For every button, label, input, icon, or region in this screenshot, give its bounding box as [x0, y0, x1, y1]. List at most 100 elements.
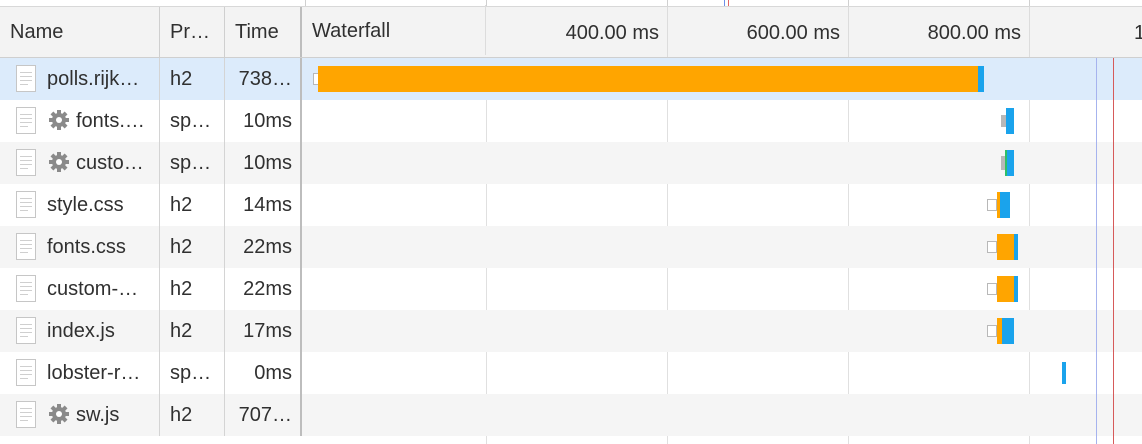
request-protocol: h2: [160, 268, 225, 310]
request-row[interactable]: fonts.… sp… 10ms: [0, 100, 1142, 142]
request-name: index.js: [47, 320, 115, 342]
load-event-line: [1113, 58, 1114, 444]
gear-hole: [56, 159, 62, 165]
request-protocol: h2: [160, 394, 225, 436]
column-header-protocol[interactable]: Pr…: [160, 7, 225, 57]
request-name: fonts.css: [47, 236, 126, 258]
timeline-marker-800: 800.00 ms: [927, 22, 1021, 44]
waterfall-bar-segment[interactable]: [1006, 108, 1014, 134]
icon-line: [20, 202, 32, 203]
document-icon: [16, 317, 36, 344]
waterfall-bar-segment[interactable]: [987, 241, 997, 253]
icon-line: [20, 80, 32, 81]
waterfall-bar-segment[interactable]: [987, 199, 997, 211]
request-row[interactable]: style.css h2 14ms: [0, 184, 1142, 226]
request-name: custom-…: [47, 278, 139, 300]
icon-line: [20, 416, 32, 417]
waterfall-bar-segment[interactable]: [1000, 192, 1010, 218]
request-name-cell[interactable]: lobster-r…: [0, 352, 160, 394]
request-row[interactable]: polls.rijk… h2 738…: [0, 58, 1142, 100]
icon-line: [20, 72, 32, 73]
document-icon: [16, 359, 36, 386]
request-name: custo…: [76, 152, 144, 174]
document-icon: [16, 107, 36, 134]
icon-line: [20, 294, 28, 295]
request-row[interactable]: fonts.css h2 22ms: [0, 226, 1142, 268]
request-row[interactable]: custo… sp… 10ms: [0, 142, 1142, 184]
request-row[interactable]: sw.js h2 707…: [0, 394, 1142, 436]
icon-line: [20, 244, 32, 245]
icon-line: [20, 164, 32, 165]
document-icon: [16, 275, 36, 302]
request-name: sw.js: [76, 404, 120, 426]
request-row[interactable]: custom-… h2 22ms: [0, 268, 1142, 310]
icon-line: [20, 378, 28, 379]
request-name: style.css: [47, 194, 124, 216]
waterfall-bar-segment[interactable]: [318, 66, 978, 92]
icon-line: [20, 122, 32, 123]
request-row[interactable]: index.js h2 17ms: [0, 310, 1142, 352]
request-list: polls.rijk… h2 738… fonts.… sp… 10ms custo… sp……: [0, 58, 1142, 444]
icon-line: [20, 332, 32, 333]
waterfall-bar-segment[interactable]: [997, 234, 1014, 260]
icon-line: [20, 370, 32, 371]
icon-line: [20, 156, 32, 157]
request-protocol: h2: [160, 310, 225, 352]
icon-line: [20, 76, 32, 77]
request-name-cell[interactable]: index.js: [0, 310, 160, 352]
icon-line: [20, 290, 32, 291]
request-name-cell[interactable]: polls.rijk…: [0, 58, 160, 100]
icon-line: [20, 324, 32, 325]
waterfall-bar-segment[interactable]: [1014, 276, 1018, 302]
waterfall-bar-segment[interactable]: [1007, 150, 1014, 176]
header-divider: [1029, 7, 1030, 57]
waterfall-bar-segment[interactable]: [997, 276, 1014, 302]
icon-line: [20, 210, 28, 211]
request-time: 22ms: [225, 226, 302, 268]
request-name-cell[interactable]: custo…: [0, 142, 160, 184]
waterfall-bar-segment[interactable]: [987, 325, 997, 337]
column-header-name[interactable]: Name: [0, 7, 160, 57]
request-time: 0ms: [225, 352, 302, 394]
request-time: 10ms: [225, 100, 302, 142]
timeline-marker-400: 400.00 ms: [565, 22, 659, 44]
request-name-cell[interactable]: fonts.…: [0, 100, 160, 142]
gear-icon: [49, 152, 69, 172]
request-name-cell[interactable]: custom-…: [0, 268, 160, 310]
request-name-cell[interactable]: sw.js: [0, 394, 160, 436]
icon-line: [20, 206, 32, 207]
request-time: 707…: [225, 394, 302, 436]
request-protocol: h2: [160, 226, 225, 268]
document-icon: [16, 233, 36, 260]
icon-line: [20, 248, 32, 249]
icon-line: [20, 252, 28, 253]
request-name: lobster-r…: [47, 362, 141, 384]
waterfall-bar-segment[interactable]: [987, 283, 997, 295]
waterfall-bar-segment[interactable]: [1002, 318, 1014, 344]
request-row[interactable]: lobster-r… sp… 0ms: [0, 352, 1142, 394]
waterfall-bar-segment[interactable]: [1062, 362, 1066, 384]
request-protocol: h2: [160, 184, 225, 226]
icon-line: [20, 168, 28, 169]
waterfall-bar-segment[interactable]: [978, 66, 984, 92]
request-protocol: sp…: [160, 100, 225, 142]
column-header-time[interactable]: Time: [225, 7, 302, 57]
icon-line: [20, 84, 28, 85]
icon-line: [20, 118, 32, 119]
request-name: polls.rijk…: [47, 68, 140, 90]
request-time: 22ms: [225, 268, 302, 310]
document-icon: [16, 401, 36, 428]
icon-line: [20, 336, 28, 337]
icon-line: [20, 240, 32, 241]
icon-line: [20, 374, 32, 375]
gear-icon: [49, 404, 69, 424]
icon-line: [20, 282, 32, 283]
header-divider: [848, 7, 849, 57]
request-name-cell[interactable]: fonts.css: [0, 226, 160, 268]
icon-line: [20, 198, 32, 199]
request-name-cell[interactable]: style.css: [0, 184, 160, 226]
dom-content-loaded-line: [1096, 58, 1097, 444]
request-protocol: sp…: [160, 352, 225, 394]
waterfall-bar-segment[interactable]: [1014, 234, 1018, 260]
column-header-waterfall[interactable]: Waterfall: [302, 5, 486, 55]
